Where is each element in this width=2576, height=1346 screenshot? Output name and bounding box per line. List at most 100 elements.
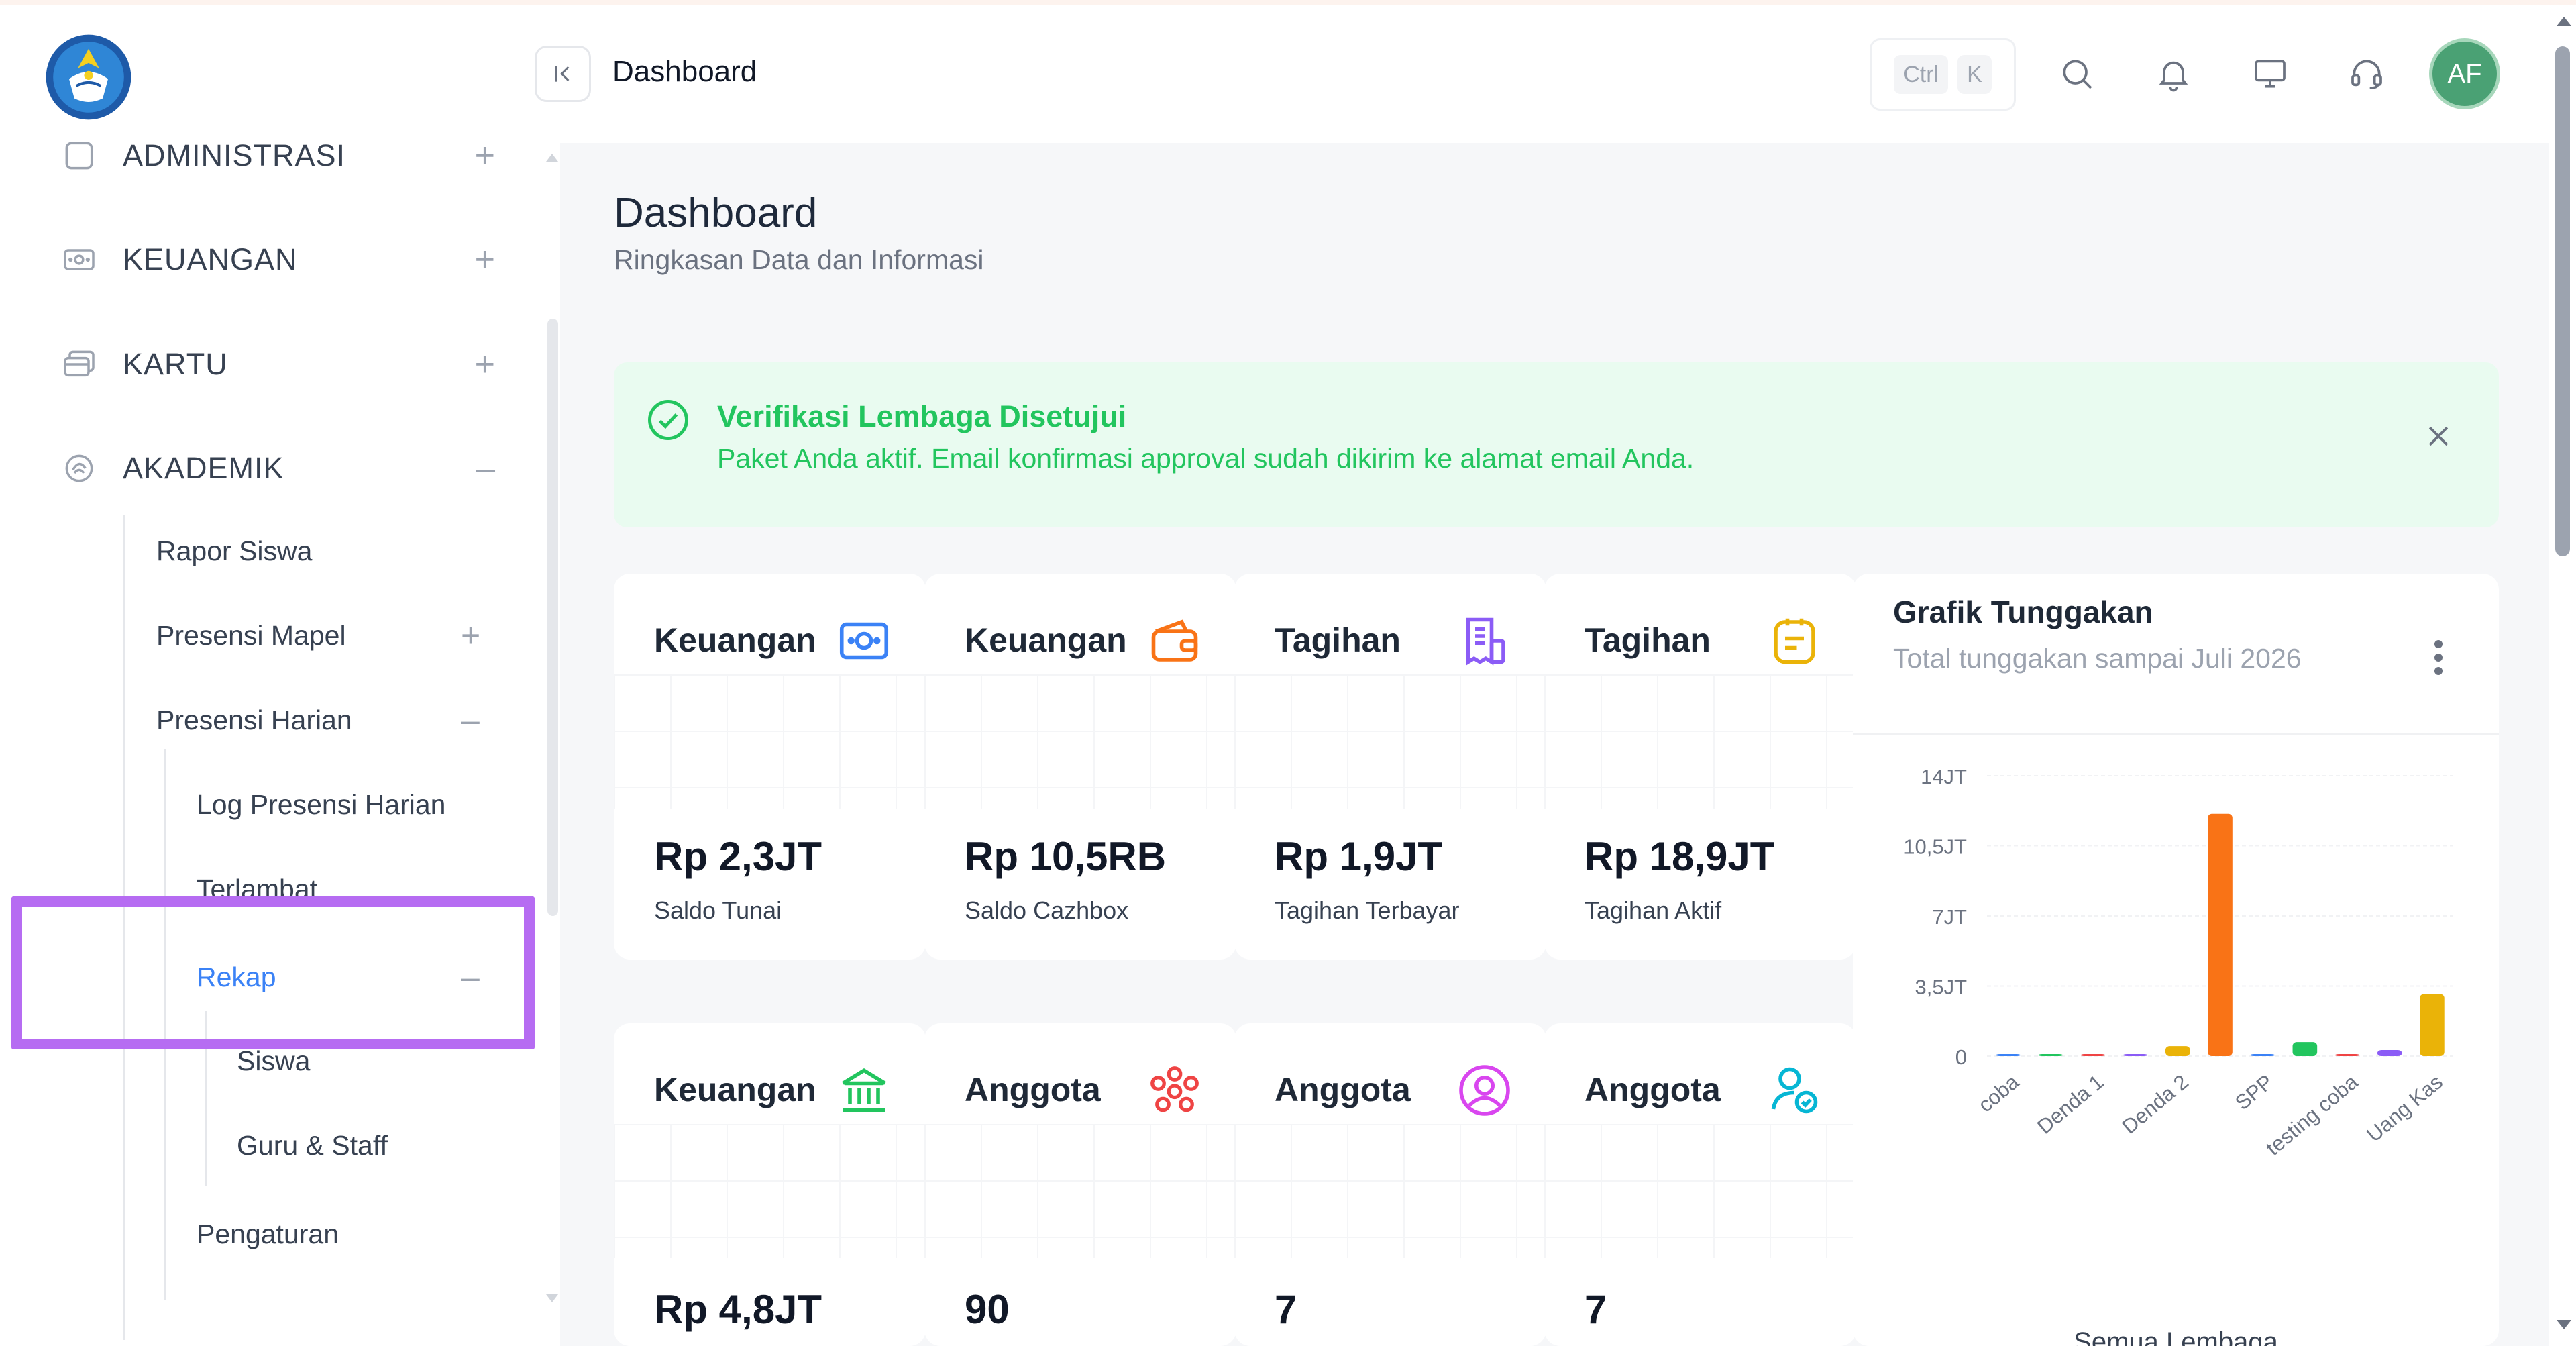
sidebar-scroll-up[interactable]: [546, 154, 558, 162]
bar-chart: 0 3,5JT 7JT 10,5JT 14JT coba Denda 1 Denda 2 SPP…: [1903, 765, 2453, 1160]
collapse-icon[interactable]: –: [461, 701, 480, 739]
x-tick-label: Denda 2: [2118, 1070, 2193, 1139]
bar: [1996, 1054, 2021, 1056]
x-tick-label: Uang Kas: [2362, 1070, 2447, 1147]
card-value: 90: [965, 1287, 1010, 1332]
card-title: Anggota: [1275, 1071, 1411, 1108]
sidebar-item-administrasi[interactable]: ADMINISTRASI +: [59, 125, 495, 186]
sidebar-item-guru-staff[interactable]: Guru & Staff: [237, 1119, 388, 1172]
card-title: Tagihan: [1585, 621, 1711, 659]
page-title: Dashboard: [614, 190, 818, 236]
bar: [2420, 994, 2445, 1056]
sidebar-item-rapor-siswa[interactable]: Rapor Siswa: [156, 524, 312, 578]
more-vertical-icon[interactable]: [2432, 637, 2445, 678]
sidebar-item-presensi-mapel[interactable]: Presensi Mapel +: [156, 609, 559, 662]
sidebar-item-label: ADMINISTRASI: [123, 138, 346, 172]
headset-icon[interactable]: [2345, 52, 2388, 95]
sidebar-item-label: KARTU: [123, 347, 228, 381]
selection-highlight: [11, 896, 535, 1049]
collapse-sidebar-button[interactable]: [535, 46, 591, 102]
page-subtitle: Ringkasan Data dan Informasi: [614, 244, 984, 275]
card-background-pattern: [924, 1124, 1236, 1258]
scroll-down-arrow[interactable]: [2557, 1320, 2571, 1329]
expand-icon[interactable]: +: [475, 240, 495, 280]
scroll-thumb[interactable]: [2555, 46, 2570, 556]
success-alert: Verifikasi Lembaga Disetujui Paket Anda …: [614, 362, 2499, 527]
y-tick-label: 7JT: [1932, 905, 1967, 929]
kbd-ctrl: Ctrl: [1894, 55, 1949, 94]
bell-icon[interactable]: [2152, 52, 2195, 95]
alert-title: Verifikasi Lembaga Disetujui: [717, 399, 1127, 433]
y-tick-label: 14JT: [1921, 765, 1967, 788]
institution-logo[interactable]: [44, 33, 133, 121]
y-tick-label: 10,5JT: [1903, 835, 1967, 859]
sidebar-scroll-down[interactable]: [546, 1294, 558, 1302]
card-value: Rp 1,9JT: [1275, 834, 1443, 879]
academic-icon: [59, 448, 99, 488]
expand-icon[interactable]: +: [475, 136, 495, 176]
card-title: Keuangan: [654, 1071, 816, 1108]
stat-card[interactable]: Keuangan Rp 2,3JT Saldo Tunai: [614, 574, 926, 960]
card-background-pattern: [614, 674, 926, 809]
stat-card[interactable]: Anggota 90: [924, 1023, 1236, 1346]
sidebar-item-kartu[interactable]: KARTU +: [59, 334, 495, 395]
sidebar-item-pengaturan[interactable]: Pengaturan: [197, 1207, 339, 1261]
stat-card[interactable]: Tagihan Rp 18,9JT Tagihan Aktif: [1544, 574, 1856, 960]
chart-title: Grafik Tunggakan: [1893, 594, 2153, 629]
sidebar-item-presensi-harian[interactable]: Presensi Harian –: [156, 693, 559, 747]
expand-icon[interactable]: +: [461, 616, 480, 655]
card-background-pattern: [1234, 1124, 1546, 1258]
bar: [2334, 1054, 2360, 1056]
card-background-pattern: [614, 1124, 926, 1258]
cash-icon: [836, 613, 892, 669]
avatar[interactable]: AF: [2429, 38, 2500, 109]
bank-icon: [836, 1062, 892, 1119]
collapse-left-icon: [555, 66, 570, 82]
sidebar-item-label: KEUANGAN: [123, 242, 298, 276]
alert-message: Paket Anda aktif. Email konfirmasi appro…: [717, 443, 1695, 474]
sidebar-item-akademik[interactable]: AKADEMIK –: [59, 438, 495, 499]
check-circle-icon: [648, 400, 688, 440]
x-tick-label: SPP: [2231, 1070, 2277, 1115]
stat-card[interactable]: Tagihan Rp 1,9JT Tagihan Terbayar: [1234, 574, 1546, 960]
bar: [2123, 1054, 2148, 1056]
card-value: 7: [1585, 1287, 1607, 1332]
stat-card[interactable]: Keuangan Rp 10,5RB Saldo Cazhbox: [924, 574, 1236, 960]
card-title: Anggota: [965, 1071, 1101, 1108]
monitor-icon[interactable]: [2249, 52, 2292, 95]
checkbox-icon: [59, 136, 99, 176]
card-label: Saldo Cazhbox: [965, 896, 1129, 924]
stat-card[interactable]: Keuangan Rp 4,8JT: [614, 1023, 926, 1346]
stat-card[interactable]: Anggota 7: [1544, 1023, 1856, 1346]
sidebar-item-label: AKADEMIK: [123, 451, 284, 485]
bar: [2038, 1054, 2063, 1056]
card-background-pattern: [1234, 674, 1546, 809]
chart-card: Grafik Tunggakan Total tunggakan sampai …: [1853, 574, 2499, 1346]
sidebar-item-log-presensi-harian[interactable]: Log Presensi Harian: [197, 778, 445, 831]
y-tick-label: 0: [1955, 1045, 1967, 1069]
bar: [2080, 1054, 2106, 1056]
search-icon[interactable]: [2055, 52, 2098, 95]
expand-icon[interactable]: +: [475, 344, 495, 384]
close-icon[interactable]: [2424, 421, 2453, 451]
x-tick-label: Denda 1: [2033, 1070, 2108, 1139]
card-title: Keuangan: [654, 621, 816, 659]
card-background-pattern: [924, 674, 1236, 809]
breadcrumb-title: Dashboard: [612, 55, 757, 88]
scroll-up-arrow[interactable]: [2557, 17, 2571, 26]
search-shortcut[interactable]: Ctrl K: [1870, 38, 2016, 111]
card-label: Tagihan Aktif: [1585, 896, 1722, 924]
bill-icon: [1456, 613, 1513, 669]
stat-card[interactable]: Anggota 7: [1234, 1023, 1546, 1346]
wallet-icon: [1146, 613, 1203, 669]
bar: [2292, 1042, 2318, 1056]
sidebar-item-keuangan[interactable]: KEUANGAN +: [59, 229, 495, 290]
sidebar: ADMINISTRASI + KEUANGAN + KARTU + AKADEM…: [0, 5, 560, 1346]
card-title: Keuangan: [965, 621, 1127, 659]
page-scrollbar[interactable]: [2549, 5, 2576, 1346]
cash-icon: [59, 240, 99, 280]
card-icon: [59, 344, 99, 384]
x-tick-label: coba: [1974, 1070, 2024, 1117]
kbd-k: K: [1957, 55, 1992, 94]
collapse-icon[interactable]: –: [476, 448, 495, 488]
